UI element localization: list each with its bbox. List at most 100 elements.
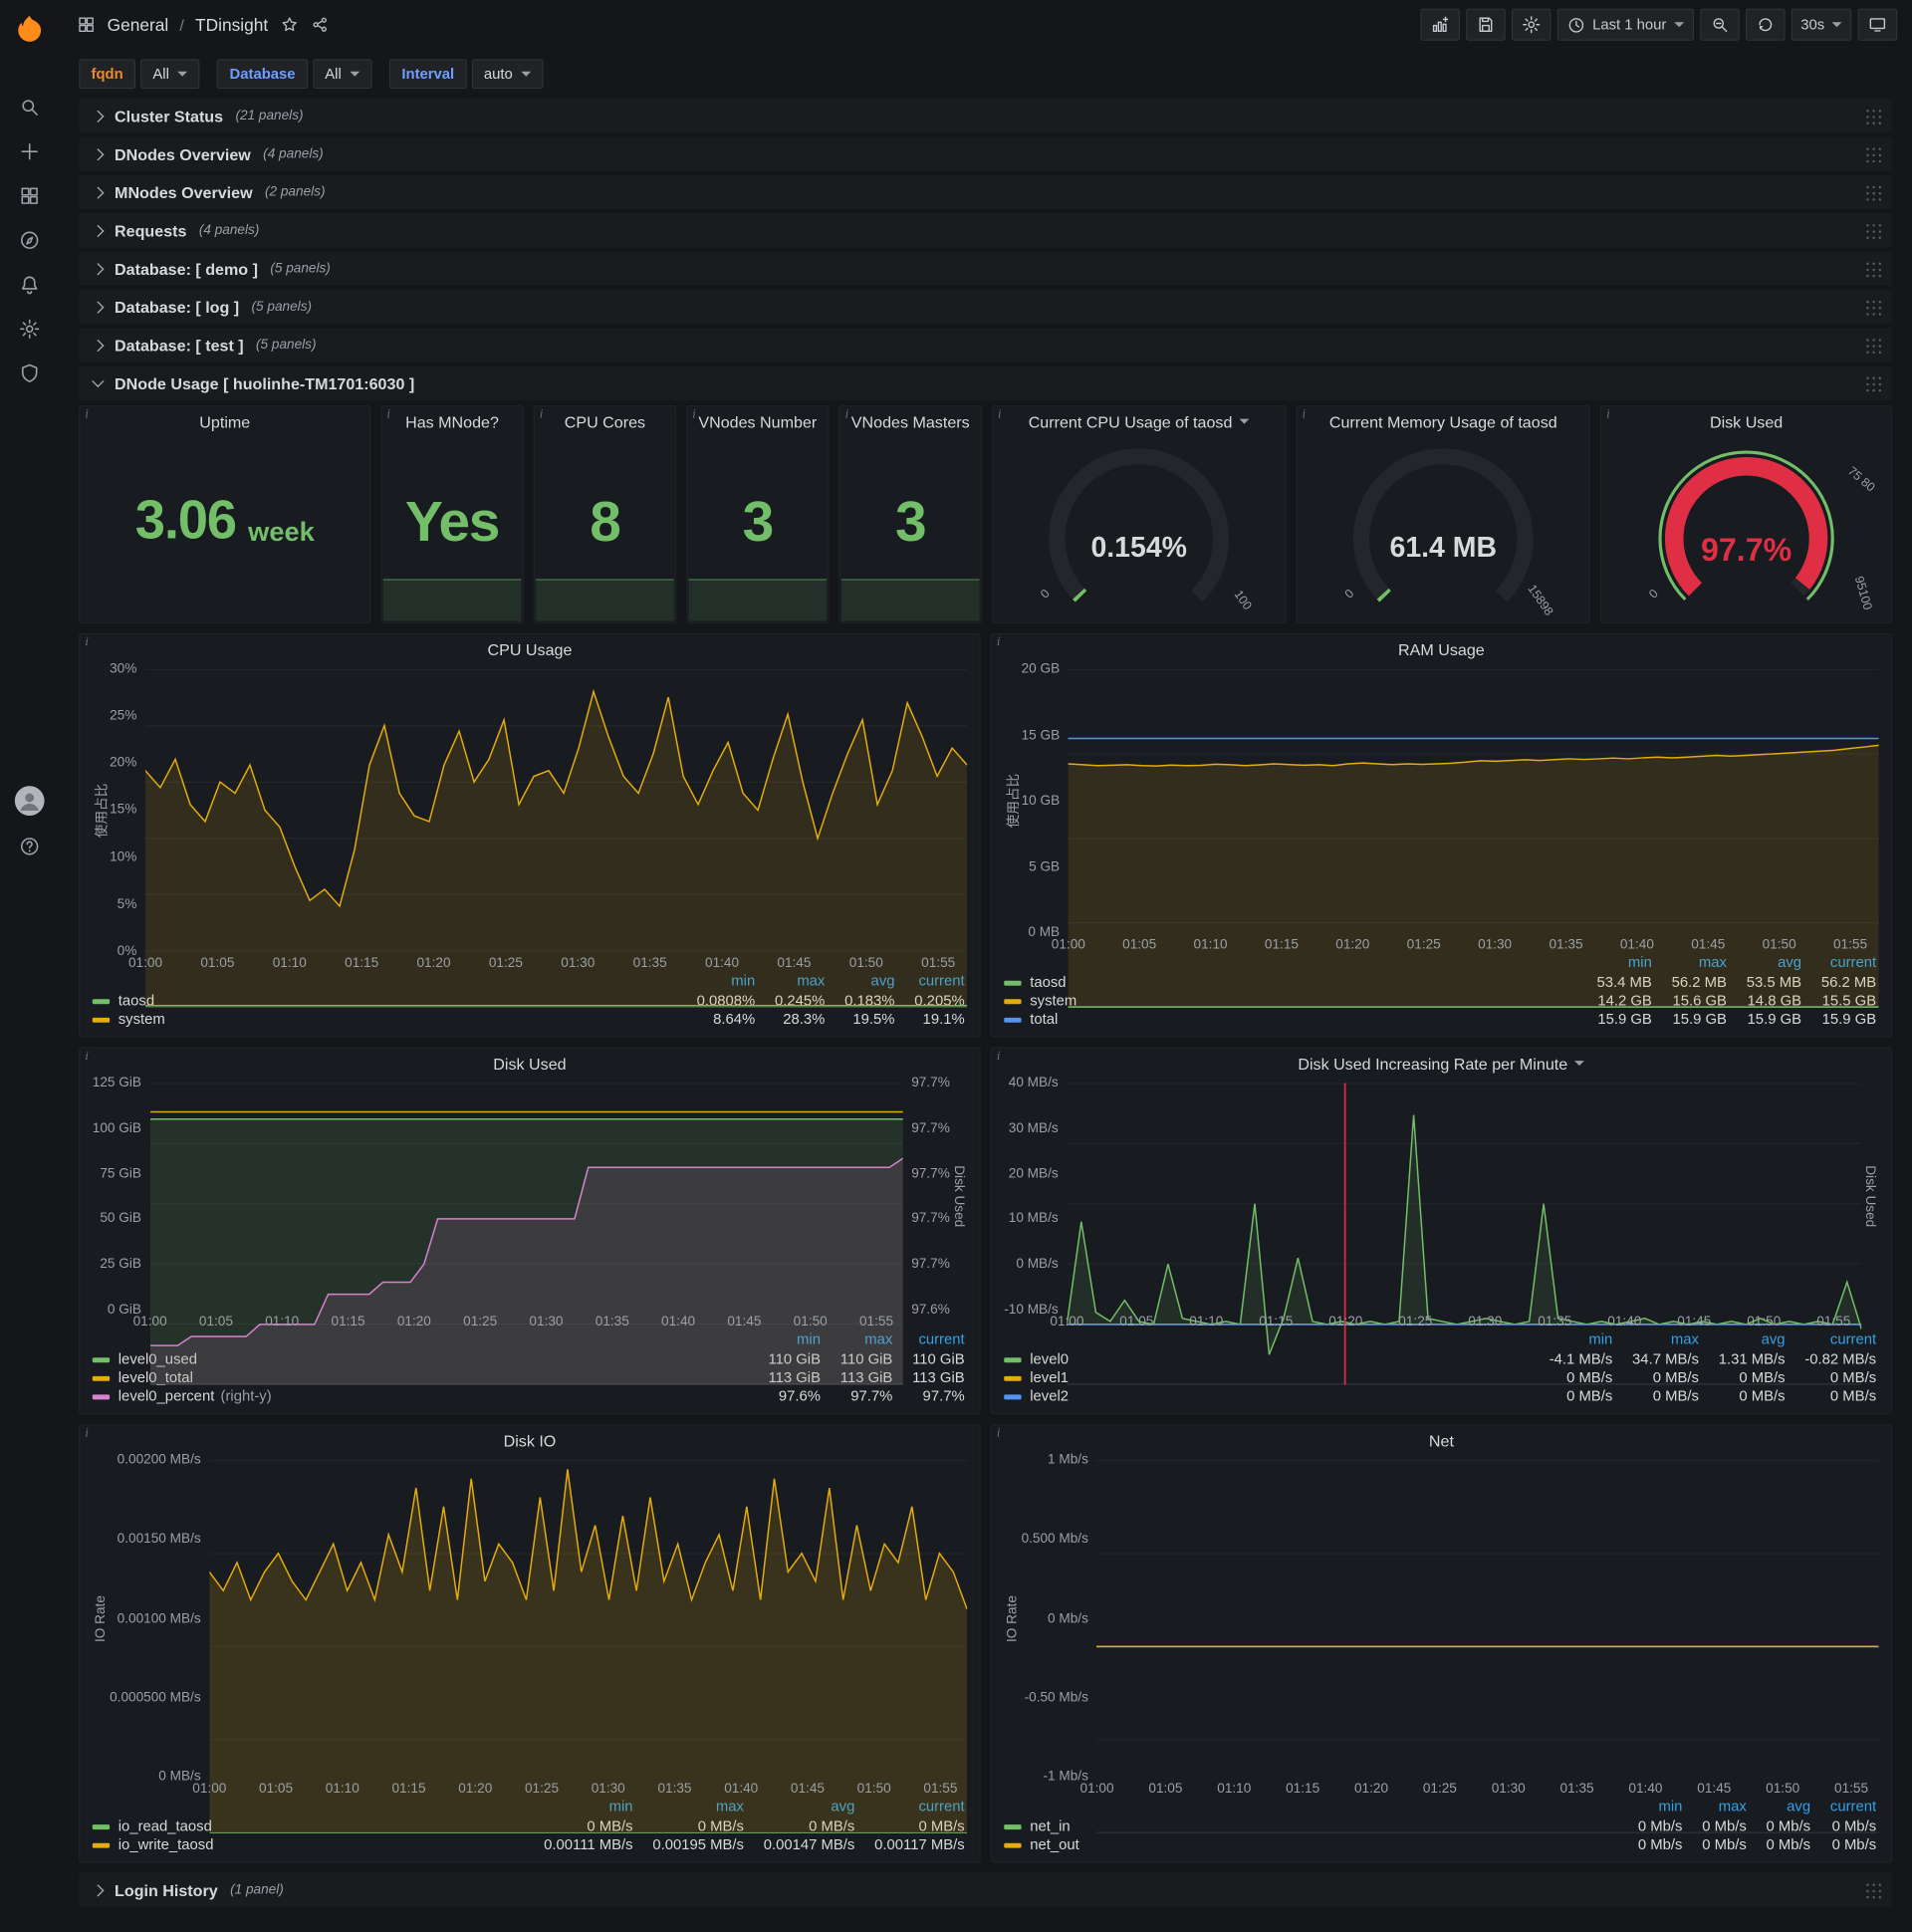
cpu-usage-plot[interactable]: 01:00 01:05 01:10 01:15 01:20 01:25 01:30 01:35… [128,668,968,1008]
panel-title[interactable]: Current Memory Usage of taosd [1298,406,1589,436]
panel-info-icon[interactable]: i [1303,407,1306,421]
variable-database-value-dropdown[interactable]: All [312,59,372,90]
add-panel-button[interactable] [1419,8,1460,41]
ram-usage-plot[interactable]: 01:00 01:05 01:10 01:15 01:20 01:25 01:30 01:35… [1052,668,1879,1008]
star-icon[interactable] [279,15,299,35]
x-axis-tick: 01:25 [463,1314,498,1329]
panel-info-icon[interactable]: i [85,407,88,421]
panel-info-icon[interactable]: i [386,407,389,421]
row-drag-handle[interactable] [1865,1882,1881,1898]
top-navbar: General / TDinsight Last 1 hour 30s [59,0,1912,49]
row-drag-handle[interactable] [1865,108,1881,123]
panel-title[interactable]: Current CPU Usage of taosd [993,406,1285,436]
time-range-picker[interactable]: Last 1 hour [1556,8,1694,41]
row-login-history[interactable]: Login History (1 panel) [79,1872,1893,1908]
row-database-test[interactable]: Database: [ test ] (5 panels) [79,328,1893,362]
sidebar-item-configuration[interactable] [0,316,59,342]
refresh-button[interactable] [1745,8,1786,41]
legend-value: 0 Mb/s [1766,1835,1811,1853]
x-axis-tick: 01:25 [524,1781,560,1797]
dashboard-settings-button[interactable] [1511,8,1552,41]
legend-series-net_out[interactable]: net_out [1004,1835,1620,1854]
legend-column-current[interactable]: current [895,1330,967,1350]
sidebar-item-search[interactable] [0,94,59,120]
save-dashboard-button[interactable] [1465,8,1506,41]
sidebar-item-explore[interactable] [0,227,59,253]
shield-icon [21,363,38,382]
panel-disk-used-chart: i Disk Used 125 GiB 100 GiB 75 GiB 50 GiB 25… [79,1047,981,1415]
panel-title[interactable]: Disk Used [1601,406,1891,436]
row-drag-handle[interactable] [1865,375,1881,391]
panel-info-icon[interactable]: i [85,635,88,649]
y-axis-tick: 0 MB/s [1016,1257,1059,1272]
panel-title[interactable]: Disk IO [80,1425,979,1455]
share-icon[interactable] [310,15,330,35]
panel-title[interactable]: Disk Used Increasing Rate per Minute [992,1049,1891,1079]
row-database-demo[interactable]: Database: [ demo ] (5 panels) [79,251,1893,287]
panel-info-icon[interactable]: i [1606,407,1609,421]
x-axis-tick: 01:00 [1050,1314,1084,1329]
sidebar-item-create[interactable] [0,138,59,164]
panel-info-icon[interactable]: i [845,407,848,421]
panel-title[interactable]: Has MNode? [382,406,523,436]
sidebar-item-help[interactable] [0,833,59,858]
disk-used-plot[interactable]: 01:00 01:05 01:10 01:15 01:20 01:25 01:30 01:35… [133,1083,903,1385]
row-drag-handle[interactable] [1865,299,1881,315]
zoom-out-icon [1713,18,1727,33]
legend-series-level0_percent[interactable]: level0_percent (right-y) [92,1387,751,1406]
panel-disk-io-chart: i Disk IO IO Rate 0.00200 MB/s 0.00150 MB… [79,1424,981,1863]
panel-info-icon[interactable]: i [540,407,543,421]
row-title: Login History [115,1880,218,1900]
breadcrumb-title[interactable]: TDinsight [195,15,268,35]
panel-info-icon[interactable]: i [997,1427,1000,1441]
zoom-out-time-button[interactable] [1699,8,1740,41]
row-database-log[interactable]: Database: [ log ] (5 panels) [79,289,1893,325]
sidebar-item-alerting[interactable] [0,271,59,297]
panel-title[interactable]: CPU Cores [535,406,675,436]
row-drag-handle[interactable] [1865,184,1881,200]
variable-fqdn-value-dropdown[interactable]: All [140,59,200,90]
sidebar-item-dashboards[interactable] [0,182,59,208]
panel-info-icon[interactable]: i [692,407,695,421]
legend-series-total[interactable]: total [1004,1010,1579,1029]
row-drag-handle[interactable] [1865,337,1881,353]
refresh-interval-dropdown[interactable]: 30s [1791,8,1852,41]
x-axis-tick: 01:55 [1816,1314,1851,1329]
panel-title[interactable]: VNodes Masters [840,406,981,436]
row-drag-handle[interactable] [1865,146,1881,162]
disk-rate-plot[interactable]: 01:00 01:05 01:10 01:15 01:20 01:25 01:30 01:35… [1050,1083,1862,1385]
avatar[interactable] [14,786,45,816]
panel-info-icon[interactable]: i [85,1427,88,1441]
cycle-view-mode-button[interactable] [1857,8,1898,41]
panel-info-icon[interactable]: i [997,635,1000,649]
row-dnodes-overview[interactable]: DNodes Overview (4 panels) [79,136,1893,171]
panel-title[interactable]: CPU Usage [80,634,979,664]
panel-title[interactable]: Uptime [80,406,369,436]
panel-info-icon[interactable]: i [85,1050,88,1064]
panel-info-icon[interactable]: i [998,407,1001,421]
net-plot[interactable]: 01:00 01:05 01:10 01:15 01:20 01:25 01:30 01:35… [1080,1459,1880,1833]
sidebar-item-server-admin[interactable] [0,360,59,385]
row-mnodes-overview[interactable]: MNodes Overview (2 panels) [79,174,1893,210]
panel-title[interactable]: VNodes Number [687,406,828,436]
x-axis-tick: 01:35 [657,1781,692,1797]
panel-title[interactable]: Disk Used [80,1049,979,1079]
panel-title[interactable]: RAM Usage [992,634,1891,664]
variable-interval-value-dropdown[interactable]: auto [471,59,544,90]
grafana-logo[interactable] [0,0,59,57]
row-dnode-usage[interactable]: DNode Usage [ huolinhe-TM1701:6030 ] [79,365,1893,401]
row-drag-handle[interactable] [1865,261,1881,277]
panel-title[interactable]: Net [992,1425,1891,1455]
legend-series-system[interactable]: system [92,1010,680,1029]
row-requests[interactable]: Requests (4 panels) [79,213,1893,248]
row-cluster-status[interactable]: Cluster Status (21 panels) [79,98,1893,133]
row-drag-handle[interactable] [1865,222,1881,238]
breadcrumb-section[interactable]: General [108,15,169,35]
panel-vnodes-number: i VNodes Number 3 [686,405,830,623]
y-axis-label-right: Disk Used [951,1165,966,1228]
x-axis-tick: 01:30 [561,955,596,971]
panel-info-icon[interactable]: i [997,1050,1000,1064]
legend-series-level2[interactable]: level2 [1004,1387,1532,1406]
disk-io-plot[interactable]: 01:00 01:05 01:10 01:15 01:20 01:25 01:30 01:35… [192,1459,968,1833]
legend-series-io_write_taosd[interactable]: io_write_taosd [92,1835,527,1854]
